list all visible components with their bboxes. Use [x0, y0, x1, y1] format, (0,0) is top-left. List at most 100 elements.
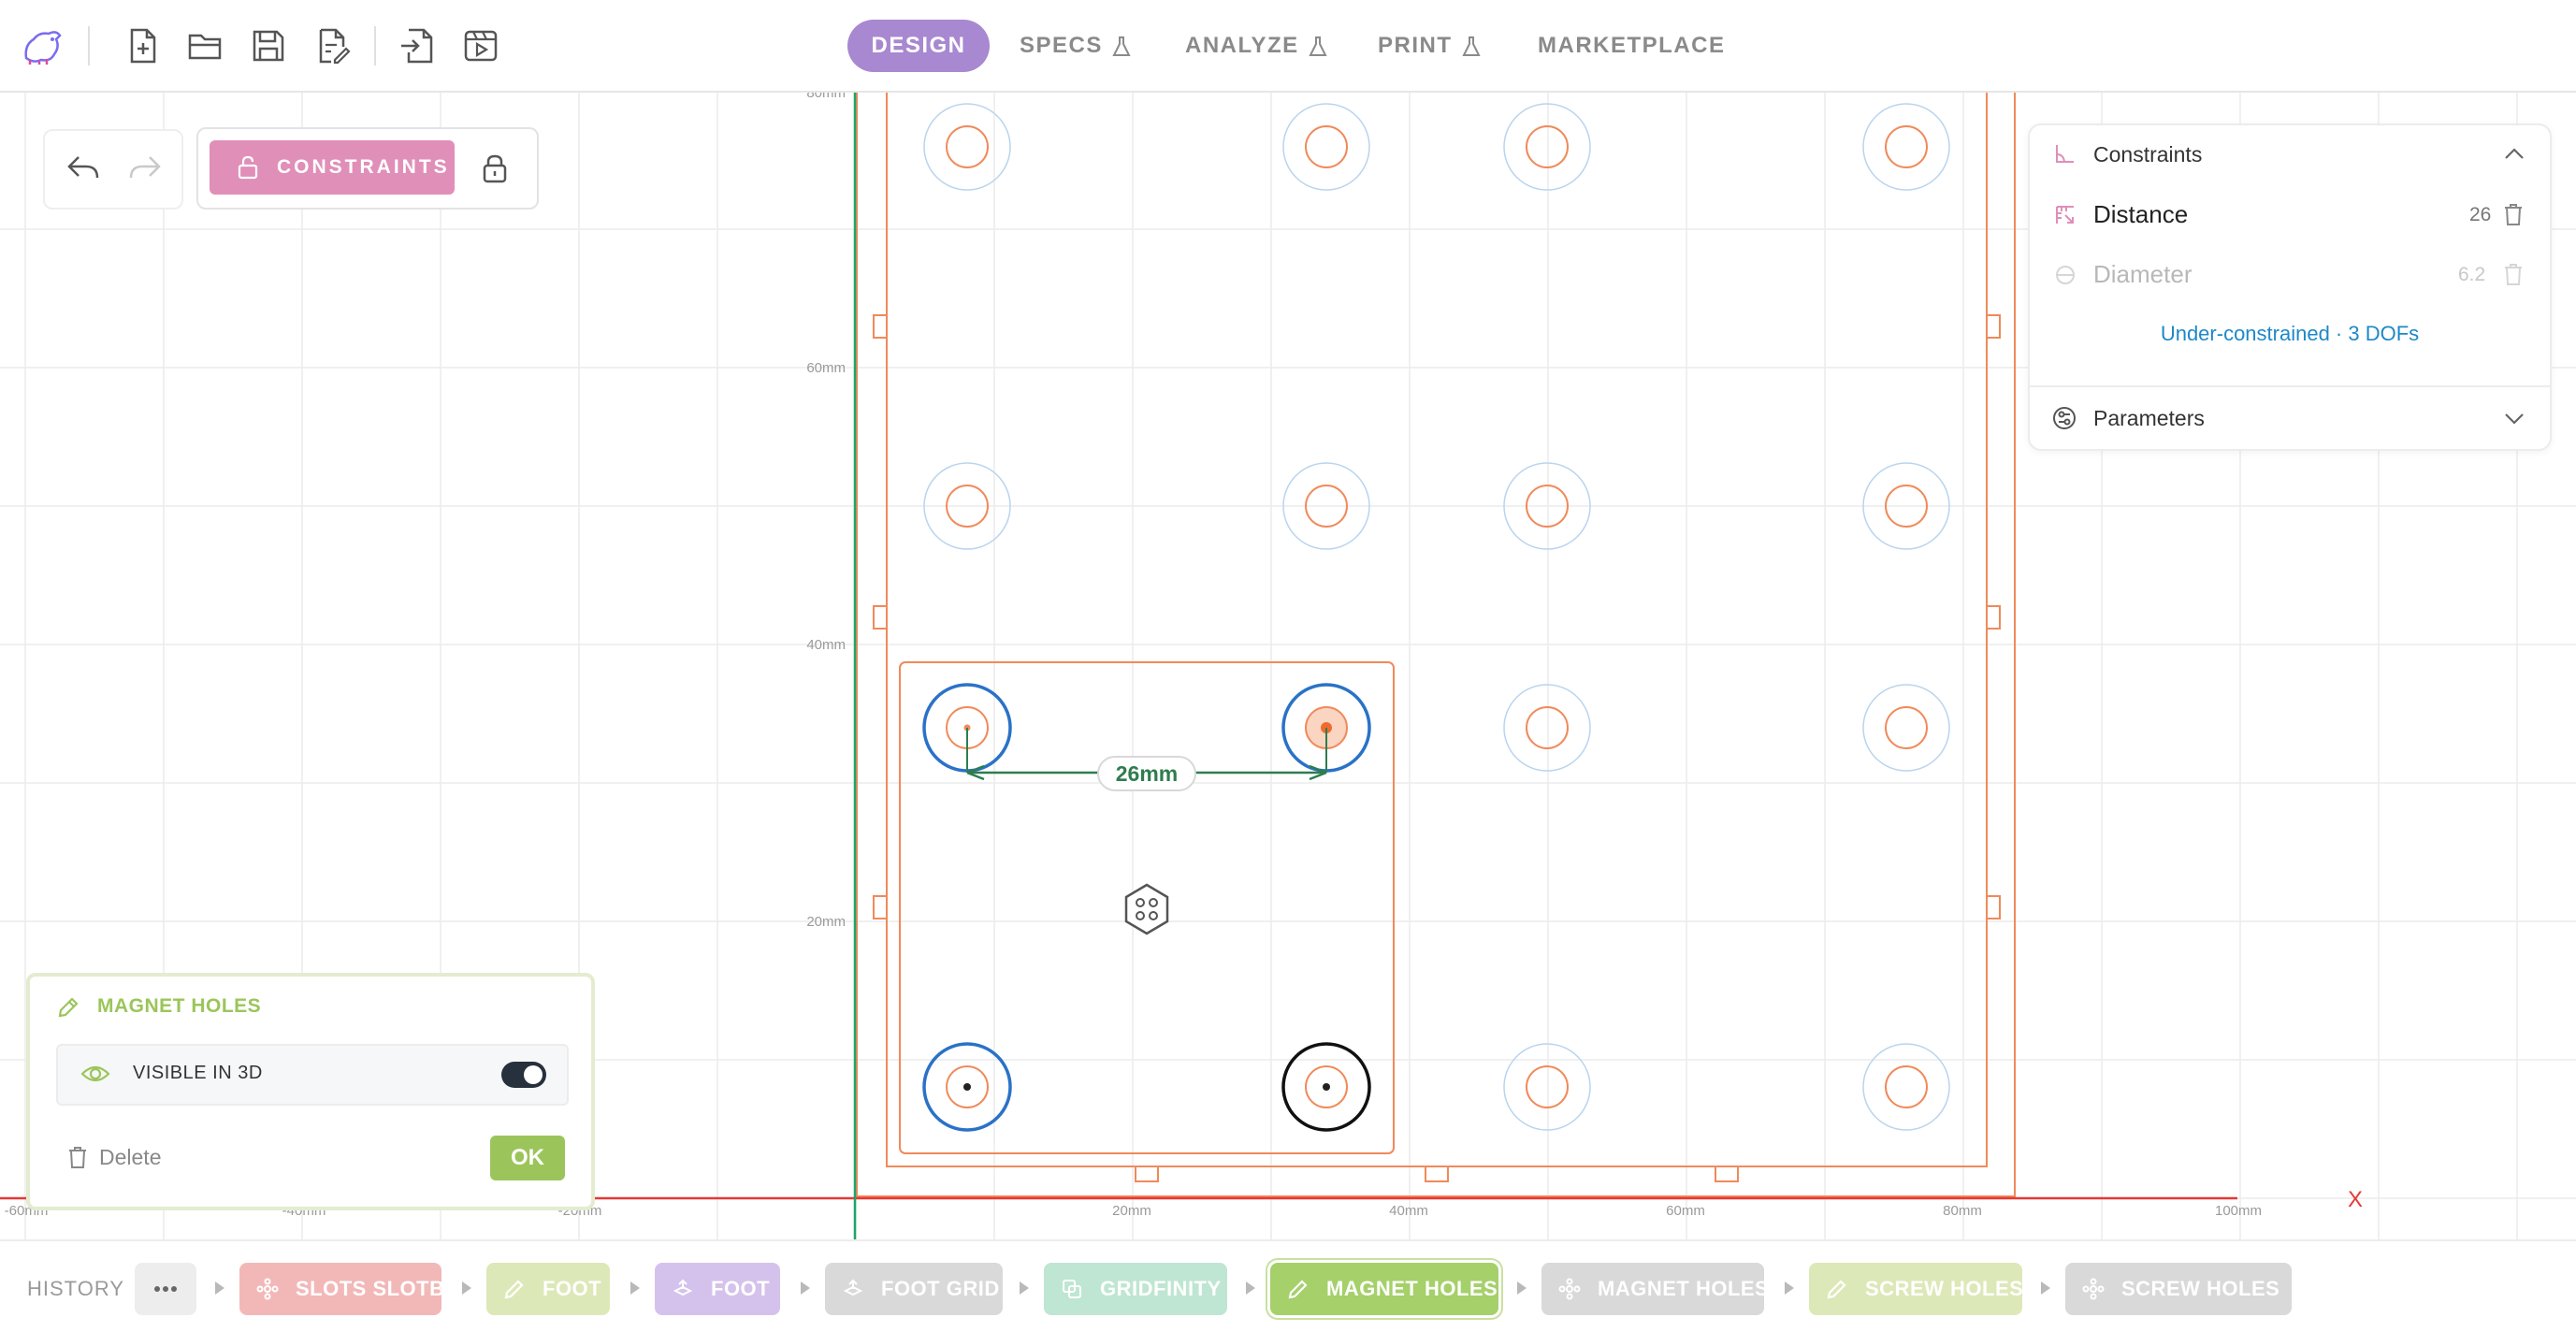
history-item[interactable]: SLOTS SLOTB	[239, 1263, 444, 1315]
constraints-title: Constraints	[2093, 142, 2203, 166]
trash-icon	[69, 1147, 86, 1168]
diameter-icon	[2056, 266, 2075, 284]
bin-outer-outline	[856, 91, 2016, 1197]
magnet-hole[interactable]	[1862, 684, 1950, 772]
history-arrow-icon	[1020, 1281, 1029, 1295]
undo-icon[interactable]	[65, 152, 101, 183]
undo-redo-group	[43, 129, 183, 210]
x-tick-label: 100mm	[2215, 1203, 2262, 1219]
pencil-icon	[58, 997, 79, 1018]
trash-icon[interactable]	[2503, 202, 2524, 226]
import-icon[interactable]	[398, 26, 437, 65]
magnet-hole[interactable]	[1281, 1042, 1371, 1132]
x-tick-label: 60mm	[1666, 1203, 1705, 1219]
y-tick-labels: 80mm60mm40mm20mm	[806, 91, 846, 930]
dimension-26mm[interactable]: 26mm	[966, 728, 1327, 791]
magnet-hole[interactable]	[923, 103, 1011, 191]
magnet-hole[interactable]	[1503, 1043, 1591, 1131]
tab-design[interactable]: DESIGN	[847, 20, 990, 72]
pencil-icon	[504, 1280, 524, 1299]
magnet-hole[interactable]	[1862, 1043, 1950, 1131]
distance-icon	[2056, 206, 2074, 224]
x-axis-label: X	[2348, 1187, 2363, 1212]
magnet-hole[interactable]	[1282, 103, 1370, 191]
history-arrow-icon	[1517, 1281, 1527, 1295]
redo-icon[interactable]	[127, 152, 163, 183]
side-tabs	[873, 314, 2001, 1182]
history-item[interactable]: FOOT	[655, 1263, 780, 1315]
new-file-icon[interactable]	[123, 26, 163, 65]
history-item[interactable]: SCREW HOLES	[1809, 1263, 2023, 1315]
magnet-hole[interactable]	[1862, 103, 1950, 191]
copy-icon	[1063, 1280, 1081, 1298]
app-logo-icon[interactable]	[19, 26, 65, 65]
pattern-icon	[256, 1278, 279, 1300]
history-item[interactable]: GRIDFINITY	[1044, 1263, 1227, 1315]
parameters-icon	[2053, 407, 2076, 429]
open-folder-icon[interactable]	[186, 26, 225, 65]
chevron-down-icon[interactable]	[2503, 412, 2525, 427]
constraints-button[interactable]: CONSTRAINTS	[210, 140, 455, 195]
panel-divider	[2030, 385, 2550, 387]
history-arrow-icon	[2041, 1281, 2050, 1295]
feature-title: MAGNET HOLES	[97, 995, 262, 1017]
history-bar: HISTORY SLOTS SLOTB FOOT FOOT FOOT GRID GRID…	[0, 1239, 2576, 1332]
history-item[interactable]: FOOT GRID	[825, 1263, 1003, 1315]
history-arrow-icon	[630, 1281, 640, 1295]
ok-button[interactable]: OK	[490, 1136, 565, 1180]
constraints-header[interactable]: Constraints	[2030, 125, 2550, 185]
constraint-item-distance[interactable]: Distance 26	[2030, 185, 2550, 245]
flask-icon	[1309, 36, 1327, 56]
lock-open-icon	[238, 155, 258, 180]
feature-panel: MAGNET HOLES VISIBLE IN 3D Delete OK	[26, 973, 595, 1210]
history-item[interactable]: FOOT	[486, 1263, 610, 1315]
holes[interactable]	[922, 103, 1950, 1132]
history-more-button[interactable]	[135, 1263, 196, 1315]
magnet-hole[interactable]	[922, 1042, 1012, 1132]
extrude-icon	[843, 1279, 863, 1296]
history-arrow-icon	[1246, 1281, 1255, 1295]
history-item[interactable]: MAGNET HOLES	[1541, 1263, 1769, 1315]
visible-toggle[interactable]	[501, 1062, 546, 1088]
save-as-icon[interactable]	[312, 26, 352, 65]
x-tick-label: 80mm	[1943, 1203, 1982, 1219]
history-arrow-icon	[801, 1281, 810, 1295]
constraints-toolbar: CONSTRAINTS	[196, 127, 539, 210]
x-tick-label: 20mm	[1112, 1203, 1151, 1219]
magnet-hole[interactable]	[1503, 684, 1591, 772]
history-arrow-icon	[1785, 1281, 1794, 1295]
history-arrow-icon	[462, 1281, 471, 1295]
constraints-panel: Constraints Distance 26 Diameter 6.2 Und…	[2028, 123, 2552, 451]
constraint-angle-icon	[2056, 145, 2074, 163]
pattern-icon	[1558, 1278, 1581, 1300]
eye-icon	[80, 1065, 110, 1082]
tab-print[interactable]: PRINT	[1378, 20, 1481, 72]
history-item[interactable]: SCREW HOLES	[2065, 1263, 2292, 1315]
chevron-up-icon[interactable]	[2503, 146, 2525, 161]
save-icon[interactable]	[249, 26, 288, 65]
lock-icon[interactable]	[481, 153, 509, 183]
parameters-header[interactable]: Parameters	[2030, 389, 2550, 447]
history-arrow-icon	[215, 1281, 224, 1295]
toolbar-separator	[374, 26, 376, 65]
trash-icon[interactable]	[2503, 262, 2524, 286]
flask-icon	[1461, 36, 1481, 56]
tab-analyze[interactable]: ANALYZE	[1185, 20, 1327, 72]
pattern-hex-icon[interactable]	[1124, 883, 1169, 935]
visible-in-3d-row[interactable]: VISIBLE IN 3D	[56, 1044, 569, 1106]
history-item[interactable]: MAGNET HOLES	[1270, 1263, 1498, 1315]
y-tick-label: 20mm	[806, 914, 846, 930]
pencil-icon	[1288, 1280, 1308, 1299]
tab-specs[interactable]: SPECS	[1020, 20, 1131, 72]
tab-marketplace[interactable]: MARKETPLACE	[1538, 20, 1726, 72]
export-video-icon[interactable]	[461, 26, 500, 65]
top-bar: DESIGN SPECS ANALYZE PRINT MARKETPLACE	[0, 0, 2576, 93]
pattern-icon	[2082, 1278, 2105, 1300]
y-tick-label: 40mm	[806, 637, 846, 653]
constraint-item-diameter[interactable]: Diameter 6.2	[2030, 245, 2550, 305]
toolbar-separator	[88, 26, 90, 65]
x-tick-label: 40mm	[1389, 1203, 1428, 1219]
toggle-knob	[524, 1065, 543, 1084]
flask-icon	[1112, 36, 1131, 56]
magnet-hole[interactable]	[1503, 103, 1591, 191]
